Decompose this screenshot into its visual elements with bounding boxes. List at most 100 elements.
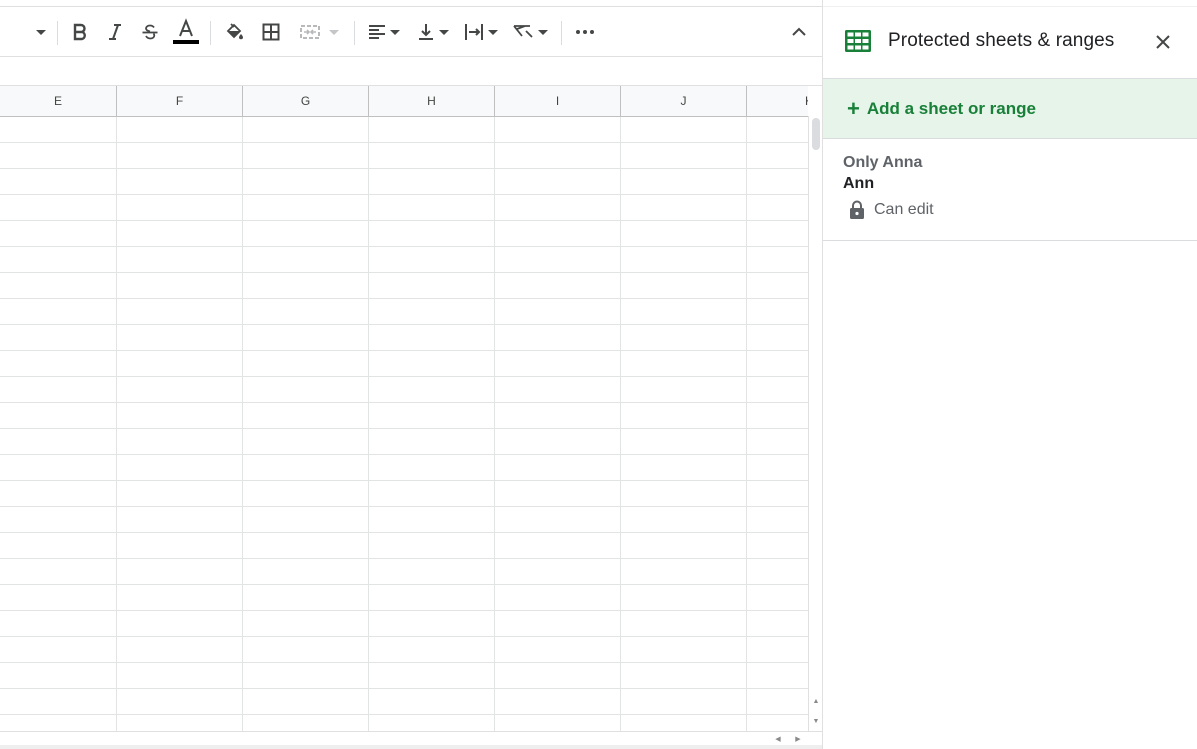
merge-icon — [300, 25, 320, 39]
grid-rows — [0, 117, 808, 731]
grid-row[interactable] — [0, 143, 808, 169]
grid-row[interactable] — [0, 585, 808, 611]
add-sheet-or-range-label: Add a sheet or range — [866, 98, 1036, 118]
borders-button[interactable] — [257, 15, 285, 49]
column-header-row: E F G H I J K — [0, 86, 808, 117]
protected-ranges-panel: Protected sheets & ranges + Add a sheet … — [822, 0, 1197, 749]
horizontal-scrollbar[interactable]: ◀ ▶ — [0, 731, 822, 745]
grid-row[interactable] — [0, 351, 808, 377]
grid-row[interactable] — [0, 559, 808, 585]
grid-row[interactable] — [0, 273, 808, 299]
scroll-left-icon[interactable]: ◀ — [773, 734, 783, 744]
text-color-button[interactable] — [171, 15, 201, 49]
column-header[interactable]: F — [117, 86, 243, 116]
grid-row[interactable] — [0, 429, 808, 455]
collapse-toolbar-button[interactable] — [786, 15, 812, 49]
formula-bar[interactable] — [0, 57, 822, 86]
grid-row[interactable] — [0, 637, 808, 663]
grid-column-line — [242, 117, 243, 731]
grid-row[interactable] — [0, 221, 808, 247]
close-icon[interactable] — [1153, 32, 1173, 52]
chevron-down-icon — [439, 29, 449, 35]
rotate-icon — [513, 25, 533, 38]
protected-range-item[interactable]: Only Anna Ann Can edit — [823, 140, 1197, 241]
borders-icon — [262, 23, 280, 41]
vertical-scrollbar-thumb[interactable] — [812, 118, 820, 150]
grid-row[interactable] — [0, 455, 808, 481]
panel-header: Protected sheets & ranges — [823, 7, 1197, 79]
strikethrough-button[interactable] — [136, 15, 164, 49]
italic-icon — [109, 24, 121, 40]
scroll-up-icon[interactable]: ▲ — [811, 696, 821, 706]
grid-row[interactable] — [0, 533, 808, 559]
grid-row[interactable] — [0, 247, 808, 273]
text-rotation-button[interactable] — [510, 15, 550, 49]
merge-cells-button[interactable] — [293, 15, 345, 49]
grid-row[interactable] — [0, 507, 808, 533]
chevron-down-icon — [36, 29, 46, 35]
horizontal-align-button[interactable] — [364, 15, 404, 49]
column-header[interactable]: I — [495, 86, 621, 116]
column-header[interactable]: H — [369, 86, 495, 116]
grid-row[interactable] — [0, 403, 808, 429]
column-header[interactable]: K — [747, 86, 808, 116]
toolbar-divider — [57, 21, 58, 45]
toolbar-divider — [561, 21, 562, 45]
plus-icon: + — [847, 95, 860, 121]
scroll-right-icon[interactable]: ▶ — [793, 734, 803, 744]
column-header[interactable]: E — [0, 86, 117, 116]
spreadsheet-grid[interactable]: E F G H I J K — [0, 86, 808, 731]
app-window: E F G H I J K ▲ ▼ ◀ ▶ — [0, 0, 1197, 749]
bold-button[interactable] — [66, 15, 94, 49]
paint-bucket-icon — [226, 23, 243, 40]
italic-button[interactable] — [101, 15, 129, 49]
grid-column-line — [116, 117, 117, 731]
scroll-down-icon[interactable]: ▼ — [811, 716, 821, 726]
grid-row[interactable] — [0, 663, 808, 689]
protected-range-description: Only Anna — [843, 154, 923, 171]
strikethrough-icon — [142, 24, 158, 40]
toolbar-divider — [354, 21, 355, 45]
grid-row[interactable] — [0, 481, 808, 507]
grid-row[interactable] — [0, 169, 808, 195]
chevron-down-icon — [488, 29, 498, 35]
add-sheet-or-range-button[interactable]: + Add a sheet or range — [823, 79, 1197, 139]
sheets-table-icon — [845, 30, 871, 52]
text-color-swatch — [173, 40, 199, 44]
grid-column-line — [368, 117, 369, 731]
toolbar — [0, 6, 822, 57]
grid-row[interactable] — [0, 195, 808, 221]
more-button[interactable] — [571, 15, 599, 49]
font-size-dropdown[interactable] — [28, 15, 50, 49]
chevron-up-icon — [792, 27, 806, 36]
grid-row[interactable] — [0, 377, 808, 403]
align-left-icon — [369, 25, 385, 39]
chevron-down-icon — [329, 29, 339, 35]
vertical-align-button[interactable] — [413, 15, 453, 49]
align-bottom-icon — [419, 24, 433, 40]
permission-label: Can edit — [874, 201, 934, 218]
text-color-icon — [173, 18, 199, 44]
grid-row[interactable] — [0, 299, 808, 325]
grid-row[interactable] — [0, 689, 808, 715]
column-header-label: K — [805, 94, 808, 108]
more-icon — [576, 30, 594, 34]
protected-range-permission: Can edit — [849, 200, 934, 220]
grid-row[interactable] — [0, 117, 808, 143]
grid-row[interactable] — [0, 611, 808, 637]
toolbar-divider — [210, 21, 211, 45]
grid-row[interactable] — [0, 715, 808, 731]
grid-column-line — [746, 117, 747, 731]
vertical-scrollbar[interactable]: ▲ ▼ — [808, 116, 822, 731]
fill-color-button[interactable] — [220, 15, 248, 49]
text-wrapping-button[interactable] — [461, 15, 501, 49]
grid-column-line — [620, 117, 621, 731]
protected-range-name: Ann — [843, 175, 875, 192]
grid-column-line — [494, 117, 495, 731]
column-header[interactable]: G — [243, 86, 369, 116]
column-header[interactable]: J — [621, 86, 747, 116]
chevron-down-icon — [390, 29, 400, 35]
bold-icon — [73, 23, 86, 41]
panel-title: Protected sheets & ranges — [888, 30, 1115, 51]
grid-row[interactable] — [0, 325, 808, 351]
